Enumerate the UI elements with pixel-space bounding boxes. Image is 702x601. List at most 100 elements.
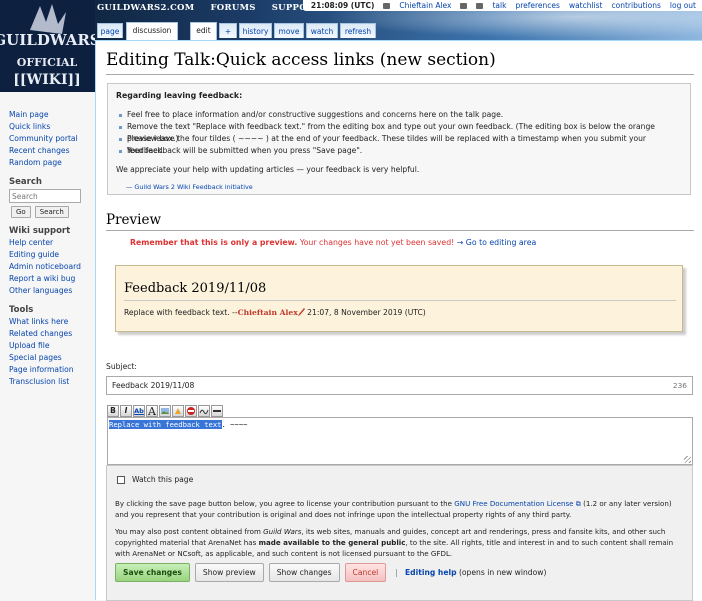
sidebar: Main page Quick links Community portal R… (0, 92, 95, 600)
watchlist-link[interactable]: watchlist (569, 1, 603, 10)
tab-discussion[interactable]: discussion (126, 22, 178, 40)
copyright-notice: You may also post content obtained from … (115, 526, 690, 559)
sidebar-item-main-page[interactable]: Main page (9, 110, 49, 119)
hr-icon[interactable] (211, 404, 223, 417)
talk-link[interactable]: talk (492, 1, 506, 10)
sidebar-item-admin-noticeboard[interactable]: Admin noticeboard (9, 262, 81, 271)
go-button[interactable]: Go (11, 206, 31, 218)
copyright-text: You may also post content obtained from (115, 527, 264, 536)
show-changes-button[interactable]: Show changes (268, 563, 340, 582)
watch-label[interactable]: Watch this page (132, 475, 193, 484)
go-to-editing-link[interactable]: → Go to editing area (457, 238, 537, 247)
sidebar-item-other-languages[interactable]: Other languages (9, 286, 72, 295)
logo-text-guildwars: GUILDWARS (0, 31, 95, 49)
sidebar-tools: Tools What links here Related changes Up… (0, 305, 95, 388)
tab-watch[interactable]: watch (306, 23, 338, 38)
tab-new-section[interactable]: + (219, 23, 237, 38)
editing-help-note: (opens in new window) (456, 568, 547, 577)
user-link[interactable]: Chieftain Alex (399, 1, 451, 10)
search-heading: Search (9, 177, 42, 187)
personal-tools: 21:08:09 (UTC) Chieftain Alex talk prefe… (302, 0, 702, 11)
edit-options: Watch this page By clicking the save pag… (106, 465, 693, 601)
tab-refresh[interactable]: refresh (340, 23, 376, 38)
separator: | (395, 568, 398, 577)
save-changes-button[interactable]: Save changes (115, 563, 190, 582)
sidebar-item-what-links-here[interactable]: What links here (9, 317, 68, 326)
subject-char-counter: 236 (672, 381, 687, 390)
notice-item: Your feedback will be submitted when you… (116, 145, 682, 157)
feedback-notice: Regarding leaving feedback: Feel free to… (107, 83, 691, 195)
preferences-link[interactable]: preferences (515, 1, 559, 10)
edit-textarea[interactable]: Replace with feedback text. ~~~~ (107, 417, 693, 465)
sidebar-item-recent-changes[interactable]: Recent changes (9, 146, 70, 155)
sidebar-item-page-information[interactable]: Page information (9, 365, 74, 374)
preview-feedback-text: Replace with feedback text. -- (124, 308, 238, 317)
editor-selected-text: Replace with feedback text (109, 420, 222, 429)
media-icon[interactable] (172, 404, 184, 417)
sidebar-item-help-center[interactable]: Help center (9, 238, 53, 247)
edit-toolbar: B I Ab A (107, 404, 223, 417)
italic-icon[interactable]: I (120, 404, 132, 417)
tab-history[interactable]: history (239, 23, 272, 38)
tab-edit[interactable]: edit (190, 22, 217, 40)
image-icon[interactable] (159, 404, 171, 417)
heading-icon[interactable]: A (146, 404, 158, 417)
link-icon[interactable]: Ab (133, 404, 145, 417)
preview-warning: Remember that this is only a preview. Yo… (130, 238, 536, 247)
preview-heading: Preview (106, 212, 162, 228)
tab-page[interactable]: page (97, 23, 123, 38)
preview-warning-text: Your changes have not yet been saved! (297, 238, 455, 247)
contributions-link[interactable]: contributions (612, 1, 661, 10)
utc-clock: 21:08:09 (UTC) (310, 1, 375, 10)
site-nav-gw2[interactable]: GUILDWARS2.COM (97, 3, 194, 13)
license-notice: By clicking the save page button below, … (115, 498, 685, 520)
bold-icon[interactable]: B (107, 404, 119, 417)
preview-signature-name[interactable]: Chieftain Alex (238, 308, 298, 317)
page-title: Editing Talk:Quick access links (new sec… (106, 50, 496, 70)
cancel-button[interactable]: Cancel (344, 563, 387, 582)
sidebar-item-report-bug[interactable]: Report a wiki bug (9, 274, 75, 283)
notice-heading: Regarding leaving feedback: (116, 91, 243, 100)
nowiki-icon[interactable] (185, 404, 197, 417)
sidebar-item-community-portal[interactable]: Community portal (9, 134, 78, 143)
preview-box-divider (124, 300, 676, 301)
search-input[interactable] (9, 189, 81, 203)
site-nav-forums[interactable]: FORUMS (210, 3, 255, 13)
gfdl-link[interactable]: GNU Free Documentation License (454, 499, 573, 508)
notification-icon[interactable] (460, 2, 468, 9)
title-divider (106, 74, 694, 75)
external-link-icon: ⧉ (573, 499, 581, 508)
sidebar-item-editing-guide[interactable]: Editing guide (9, 250, 59, 259)
subject-input[interactable]: Feedback 2019/11/08 236 (106, 376, 693, 395)
notice-signature[interactable]: — Guild Wars 2 Wiki Feedback initiative (116, 183, 682, 191)
preview-box: Feedback 2019/11/08 Replace with feedbac… (115, 265, 683, 332)
copyright-bold: made available to the general public (258, 538, 406, 547)
sidebar-item-special-pages[interactable]: Special pages (9, 353, 62, 362)
sidebar-nav: Main page Quick links Community portal R… (0, 109, 95, 169)
watch-checkbox[interactable] (117, 476, 125, 484)
site-nav: GUILDWARS2.COM FORUMS SUPPORT (97, 3, 321, 13)
sidebar-item-transclusion-list[interactable]: Transclusion list (9, 377, 69, 386)
sidebar-item-random-page[interactable]: Random page (9, 158, 62, 167)
signature-icon[interactable] (198, 404, 210, 417)
search-button[interactable]: Search (34, 206, 69, 218)
subject-value: Feedback 2019/11/08 (112, 381, 195, 390)
quill-icon (297, 308, 305, 316)
notice-item: Please leave the four tildes ( ~~~~ ) at… (116, 133, 682, 155)
logout-link[interactable]: log out (670, 1, 696, 10)
copyright-italic: Guild Wars (263, 527, 302, 536)
sidebar-item-upload-file[interactable]: Upload file (9, 341, 50, 350)
resize-grip-icon[interactable] (684, 456, 691, 463)
notice-item: Remove the text "Replace with feedback t… (116, 121, 682, 143)
wiki-logo[interactable]: GUILDWARS OFFICIAL [[WIKI]] (0, 0, 95, 92)
sidebar-item-quick-links[interactable]: Quick links (9, 122, 50, 131)
editor-rest-text: . ~~~~ (221, 420, 248, 429)
subject-label: Subject: (106, 362, 137, 371)
guildwars-logo-icon: GUILDWARS OFFICIAL [[WIKI]] (0, 0, 95, 92)
show-preview-button[interactable]: Show preview (194, 563, 264, 582)
edit-buttons: Save changes Show preview Show changes C… (115, 563, 546, 582)
tab-move[interactable]: move (274, 23, 304, 38)
message-icon[interactable] (476, 2, 484, 9)
sidebar-item-related-changes[interactable]: Related changes (9, 329, 72, 338)
editing-help-link[interactable]: Editing help (405, 568, 457, 577)
